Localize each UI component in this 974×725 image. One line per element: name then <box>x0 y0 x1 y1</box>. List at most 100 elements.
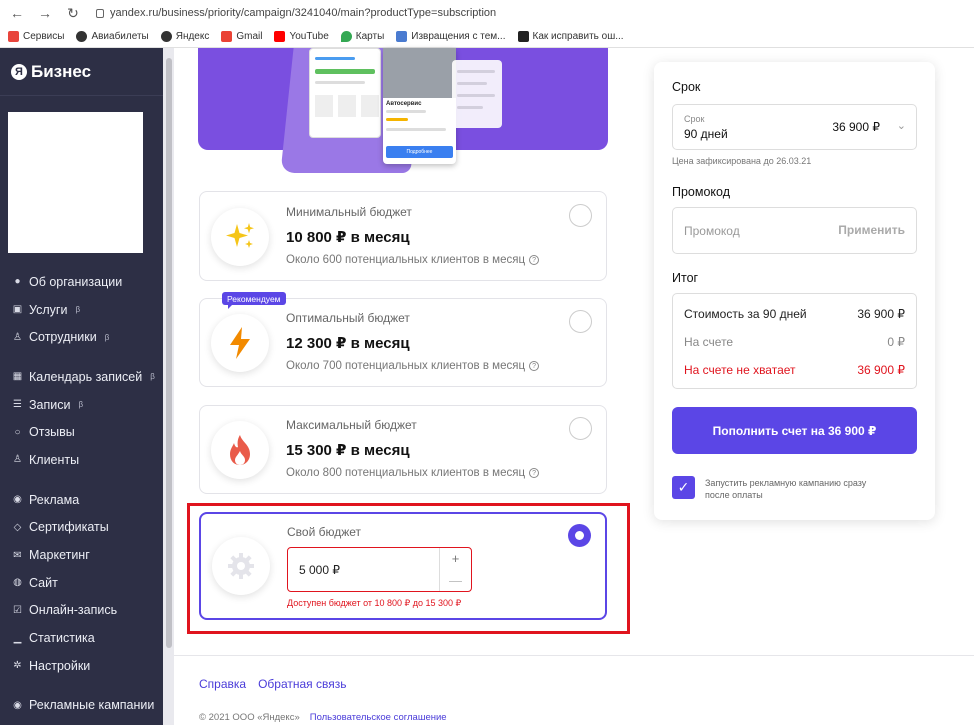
sidebar-item-label: Сайт <box>29 575 58 590</box>
address-bar[interactable]: yandex.ru/business/priority/campaign/324… <box>96 7 496 19</box>
bookmarks-bar: Сервисы Авиабилеты Яндекс Gmail YouTube … <box>0 26 974 48</box>
plan-title: Оптимальный бюджет <box>286 311 410 325</box>
sidebar-item-13[interactable]: ✲ Настройки <box>0 652 163 680</box>
gmail-icon <box>221 31 233 42</box>
term-select[interactable]: Срок 90 дней 36 900 ₽ ⌄ <box>672 104 917 150</box>
sidebar-item-14[interactable]: ◉ Рекламные кампании <box>0 692 163 720</box>
total-row: Стоимость за 90 дней 36 900 ₽ <box>684 307 905 321</box>
url-text: yandex.ru/business/priority/campaign/324… <box>110 7 497 19</box>
plan-card-optimal[interactable]: Оптимальный бюджет 12 300 ₽ в месяц Окол… <box>199 298 607 387</box>
calendar-icon: ▦ <box>12 371 23 383</box>
person-icon: ♙ <box>13 454 22 466</box>
yandex-logo-icon: Я <box>11 63 27 80</box>
sidebar-item-1[interactable]: ▣ Услуги β <box>0 296 163 324</box>
sidebar-item-8[interactable]: ◇ Сертификаты <box>0 514 163 542</box>
price-fixed-note: Цена зафиксирована до 26.03.21 <box>672 156 812 166</box>
plan-radio[interactable] <box>569 417 592 440</box>
sidebar-item-5[interactable]: ○ Отзывы <box>0 418 163 446</box>
mockup-details-button: Подробнее <box>386 146 453 158</box>
sidebar-item-0[interactable]: ● Об организации <box>0 268 163 296</box>
people-icon: ♙ <box>13 331 22 343</box>
map-pin-icon <box>340 31 352 42</box>
beta-mark: β <box>150 372 155 382</box>
sidebar-item-label: Настройки <box>29 658 91 673</box>
logo[interactable]: Я Бизнес <box>0 48 163 96</box>
sidebar-item-3[interactable]: ▦ Календарь записей β <box>0 363 163 391</box>
location-icon: ● <box>14 276 21 288</box>
balance-row: На счете 0 ₽ <box>684 335 905 349</box>
compass-icon: ◉ <box>13 699 22 711</box>
sidebar-item-9[interactable]: ✉ Маркетинг <box>0 541 163 569</box>
plan-subtitle: Около 600 потенциальных клиентов в месяц… <box>286 254 540 266</box>
apply-promo-button[interactable]: Применить <box>838 223 905 237</box>
copyright: © 2021 ООО «Яндекс» Пользовательское сог… <box>199 712 447 723</box>
footer-links: Справка Обратная связь <box>199 677 347 691</box>
sidebar-item-label: Сотрудники <box>29 330 97 345</box>
sidebar-item-11[interactable]: ☑ Онлайн-запись <box>0 597 163 625</box>
bookmark-maps[interactable]: Карты <box>340 31 384 42</box>
sidebar-item-12[interactable]: ▁ Статистика <box>0 624 163 652</box>
bookmark-services[interactable]: Сервисы <box>8 31 64 42</box>
plan-price: 12 300 ₽ в месяц <box>286 335 410 352</box>
compass-icon: ◉ <box>13 494 22 506</box>
beta-mark: β <box>104 332 110 342</box>
mockup-map-card <box>309 48 381 138</box>
help-icon[interactable]: ? <box>529 255 540 265</box>
globe-icon <box>76 31 88 42</box>
help-icon[interactable]: ? <box>529 468 540 478</box>
beta-mark: β <box>75 305 81 315</box>
sidebar-item-7[interactable]: ◉ Реклама <box>0 486 163 514</box>
sidebar: Я Бизнес ● Об организации ▣ Услуги β ♙ Сотрудн… <box>0 48 163 725</box>
sidebar-item-2[interactable]: ♙ Сотрудники β <box>0 323 163 351</box>
bookmark-youtube[interactable]: YouTube <box>274 31 329 42</box>
promo-placeholder: Промокод <box>684 224 740 238</box>
bookmark-gmail[interactable]: Gmail <box>221 31 262 42</box>
sidebar-item-label: Об организации <box>29 274 123 289</box>
footer-divider <box>174 655 974 656</box>
launch-checkbox[interactable]: ✓ <box>672 476 695 499</box>
youtube-icon <box>274 31 286 42</box>
total-heading: Итог <box>672 271 699 285</box>
sidebar-item-6[interactable]: ♙ Клиенты <box>0 446 163 474</box>
promo-heading: Промокод <box>672 185 731 199</box>
sidebar-item-label: Календарь записей <box>29 369 143 384</box>
list-icon: ☰ <box>13 399 22 411</box>
bookmark-avia[interactable]: Авиабилеты <box>76 31 149 42</box>
help-icon[interactable]: ? <box>529 361 540 371</box>
sidebar-item-label: Маркетинг <box>29 548 90 563</box>
bookmark-yandex[interactable]: Яндекс <box>160 31 209 42</box>
bookmark-fix[interactable]: Как исправить ош... <box>517 31 624 42</box>
sidebar-item-10[interactable]: ◍ Сайт <box>0 569 163 597</box>
plan-card-minimal[interactable]: Минимальный бюджет 10 800 ₽ в месяц Окол… <box>199 191 607 281</box>
bookmark-perversions[interactable]: Извращения с тем... <box>396 31 506 42</box>
back-icon[interactable]: ← <box>8 4 26 22</box>
mail-icon: ✉ <box>13 549 22 561</box>
sparkles-icon <box>211 208 269 266</box>
help-link[interactable]: Справка <box>199 677 246 691</box>
scrollbar-thumb[interactable] <box>166 58 172 648</box>
reload-icon[interactable]: ↻ <box>64 4 82 22</box>
order-panel: Срок Срок 90 дней 36 900 ₽ ⌄ Цена зафикс… <box>654 62 935 520</box>
plan-radio[interactable] <box>569 204 592 227</box>
services-icon: ▣ <box>12 304 23 316</box>
feedback-link[interactable]: Обратная связь <box>258 677 346 691</box>
sidebar-item-label: Услуги <box>29 302 68 317</box>
agreement-link[interactable]: Пользовательское соглашение <box>310 712 447 723</box>
globe-icon: ◍ <box>13 577 22 589</box>
top-up-button[interactable]: Пополнить счет на 36 900 ₽ <box>672 407 917 454</box>
mockup-business-card: Автосервис Подробнее <box>383 48 456 164</box>
promo-input[interactable]: Промокод Применить <box>672 207 917 254</box>
plan-radio[interactable] <box>569 310 592 333</box>
sidebar-item-4[interactable]: ☰ Записи β <box>0 391 163 419</box>
lightning-icon <box>211 314 269 372</box>
sidebar-item-label: Сертификаты <box>29 520 109 535</box>
term-price: 36 900 ₽ <box>832 120 880 134</box>
flame-icon <box>211 421 269 479</box>
plan-subtitle: Около 800 потенциальных клиентов в месяц… <box>286 467 540 479</box>
shortage-row: На счете не хватает 36 900 ₽ <box>684 363 905 377</box>
plan-card-maximal[interactable]: Максимальный бюджет 15 300 ₽ в месяц Око… <box>199 405 607 494</box>
plan-title: Максимальный бюджет <box>286 418 417 432</box>
page-icon <box>396 31 408 42</box>
recommended-badge: Рекомендуем <box>222 292 286 309</box>
forward-icon[interactable]: → <box>36 4 54 22</box>
